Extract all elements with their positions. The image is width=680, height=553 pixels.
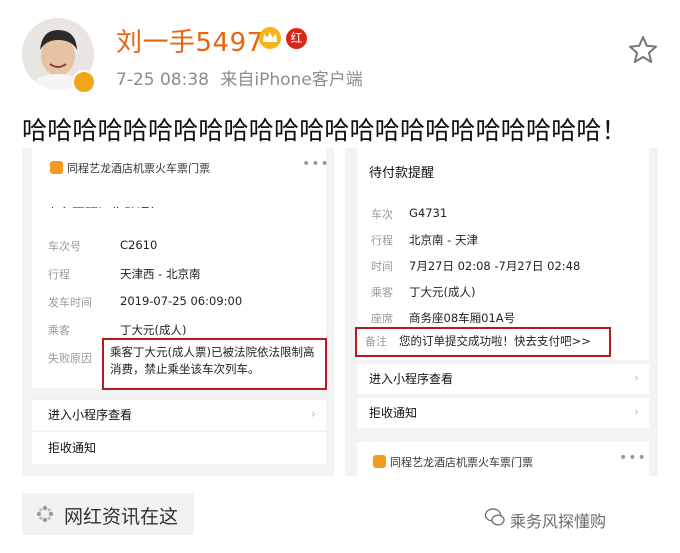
reject-notice-link[interactable]: 拒收通知: [32, 432, 326, 464]
post-source: 来自iPhone客户端: [220, 70, 363, 90]
field-label: 乘客: [371, 286, 393, 299]
author-name[interactable]: 刘一手5497: [116, 22, 264, 59]
wechat-icon: [484, 508, 505, 526]
field-value: 丁大元(成人): [120, 323, 187, 337]
post-text: 哈哈哈哈哈哈哈哈哈哈哈哈哈哈哈哈哈哈哈哈哈哈哈！: [22, 116, 627, 145]
field-value: C2610: [120, 238, 158, 252]
brand-row: 同程艺龙酒店机票火车票门票: [50, 160, 210, 176]
open-miniprogram-link[interactable]: 进入小程序查看 ›: [357, 364, 649, 394]
more-icon: •••: [619, 450, 647, 466]
post-image-left[interactable]: 同程艺龙酒店机票火车票门票 ••• 火车票预订失败通知 车次号 C2610 行程…: [22, 148, 334, 476]
field-value: 商务座08车厢01A号: [409, 311, 516, 325]
sparkle-icon: [36, 505, 54, 523]
divider: [357, 396, 649, 397]
post-meta: 7-25 08:38 来自iPhone客户端: [116, 65, 363, 90]
field-value: 天津西 - 北京南: [120, 267, 201, 281]
card-header: 同程艺龙酒店机票火车票门票 ••• 火车票预订失败通知: [32, 148, 329, 222]
field-label: 乘客: [48, 324, 70, 337]
red-badge: 红: [286, 28, 307, 49]
field-label: 发车时间: [48, 296, 92, 309]
field-value: 您的订单提交成功啦！快去支付吧>>: [399, 334, 591, 348]
remark-highlight: 备注 您的订单提交成功啦！快去支付吧>>: [355, 327, 611, 357]
brand-logo-icon: [50, 161, 63, 174]
chevron-right-icon: ›: [310, 407, 316, 422]
topic-tag-button[interactable]: 网红资讯在这: [22, 493, 194, 535]
field-label: 车次: [371, 208, 393, 221]
star-icon[interactable]: [627, 34, 659, 66]
next-message-card: 同程艺龙酒店机票火车票门票 •••: [357, 442, 649, 476]
vip-crown-icon: [259, 27, 281, 49]
field-value: G4731: [409, 206, 448, 220]
field-value: 北京南 - 天津: [409, 233, 478, 247]
reject-notice-link[interactable]: 拒收通知 ›: [357, 398, 649, 428]
post-timestamp: 7-25 08:38: [116, 70, 209, 90]
field-label: 座席: [371, 312, 393, 325]
field-label: 行程: [48, 268, 70, 281]
chevron-right-icon: ›: [633, 371, 639, 386]
divider: [32, 398, 326, 399]
watermark-text: 乘务风探懂购: [510, 512, 607, 531]
field-label: 失败原因: [48, 352, 92, 365]
reminder-title: 待付款提醒: [369, 166, 435, 181]
field-value: 丁大元(成人): [409, 285, 476, 299]
verified-badge-icon: [72, 70, 96, 94]
field-label: 时间: [371, 260, 393, 273]
brand-logo-icon: [373, 455, 386, 468]
field-label: 行程: [371, 234, 393, 247]
open-miniprogram-link[interactable]: 进入小程序查看 ›: [32, 400, 326, 430]
brand-row: 同程艺龙酒店机票火车票门票: [373, 454, 533, 470]
more-icon: •••: [302, 156, 330, 172]
field-value: 7月27日 02:08 -7月27日 02:48: [409, 259, 581, 273]
field-value: 2019-07-25 06:09:00: [120, 294, 243, 308]
field-label: 车次号: [48, 240, 81, 253]
field-label: 备注: [365, 335, 387, 348]
topic-tag-label[interactable]: 网红资讯在这: [64, 502, 178, 529]
chevron-right-icon: ›: [633, 405, 639, 420]
post-image-right[interactable]: 待付款提醒 车次 G4731 行程 北京南 - 天津 时间 7月27日 02:0…: [345, 148, 658, 476]
failure-reason-highlight: 乘客丁大元(成人票)已被法院依法限制高消费，禁止乘坐该车次列车。: [102, 338, 327, 390]
